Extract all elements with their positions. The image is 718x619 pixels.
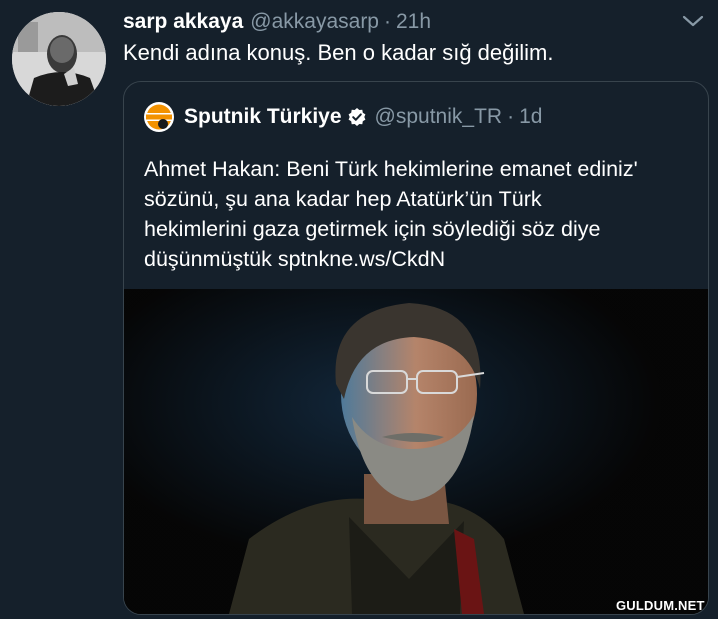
quoted-text-line: Ahmet Hakan: Beni Türk hekimlerine emane… — [144, 157, 638, 181]
quoted-text-line[interactable]: düşünmüştük sptnkne.ws/CkdN — [144, 244, 692, 274]
quoted-text-line: hekimlerini gaza getirmek için söylediği… — [144, 217, 601, 241]
quoted-tweet-timestamp[interactable]: 1d — [519, 105, 542, 129]
quoted-text-line: sözünü, şu ana kadar hep Atatürk’ün Türk — [144, 187, 542, 211]
quoted-author-handle[interactable]: @sputnik_TR — [375, 105, 503, 129]
author-avatar[interactable] — [12, 12, 106, 106]
tweet-timestamp[interactable]: 21h — [396, 10, 431, 34]
quoted-tweet[interactable]: Sputnik Türkiye @sputnik_TR · 1d Ahmet H… — [123, 81, 709, 615]
separator-dot: · — [507, 105, 515, 128]
tweet-header: sarp akkaya @akkayasarp · 21h — [123, 10, 431, 36]
portrait-photo — [124, 289, 708, 614]
avatar-image — [12, 12, 106, 106]
tweet-text: Kendi adına konuş. Ben o kadar sığ değil… — [123, 40, 554, 65]
quoted-tweet-media[interactable] — [124, 289, 708, 614]
separator-dot: · — [384, 10, 391, 33]
tweet-menu-button[interactable] — [681, 12, 705, 30]
sputnik-logo-icon[interactable] — [144, 102, 174, 132]
quoted-tweet-header: Sputnik Türkiye @sputnik_TR · 1d — [144, 102, 542, 132]
quoted-tweet-text: Ahmet Hakan: Beni Türk hekimlerine emane… — [144, 154, 692, 274]
verified-badge-icon — [348, 108, 365, 126]
author-name[interactable]: sarp akkaya — [123, 10, 243, 34]
author-handle[interactable]: @akkayasarp — [250, 10, 379, 34]
watermark: GULDUM.NET — [616, 598, 705, 613]
chevron-down-icon — [682, 15, 704, 27]
quoted-author-name[interactable]: Sputnik Türkiye — [184, 105, 342, 129]
